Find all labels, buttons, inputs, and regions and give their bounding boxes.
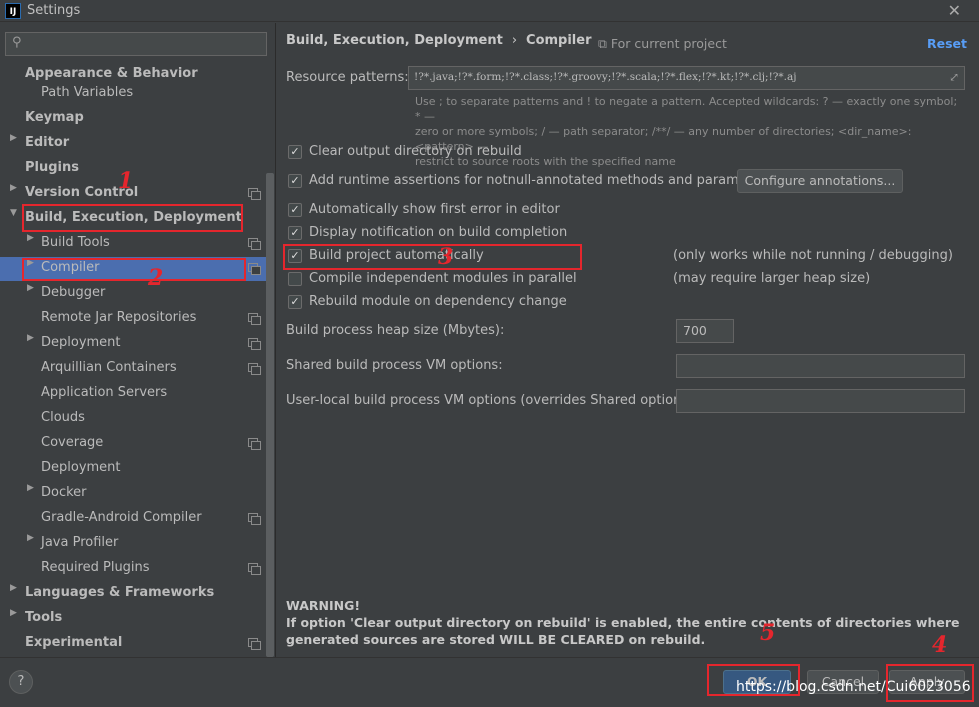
for-current-project: ⧉ For current project: [598, 36, 727, 52]
sidebar-item-plugins[interactable]: Plugins: [25, 156, 79, 180]
sidebar-item-required-plugins[interactable]: Required Plugins: [41, 556, 150, 580]
project-scope-icon: [248, 563, 261, 575]
settings-sidebar: ⚲ Appearance & Behavior Path Variables K…: [0, 23, 275, 657]
expand-arrow-icon[interactable]: ▶: [10, 183, 17, 193]
collapse-arrow-icon[interactable]: ▼: [10, 208, 17, 218]
sidebar-item-experimental[interactable]: Experimental: [25, 631, 122, 655]
checkbox-unchecked-icon[interactable]: [288, 272, 302, 286]
build-auto-note: (only works while not running / debuggin…: [673, 248, 953, 263]
expand-arrow-icon[interactable]: ▶: [10, 583, 17, 593]
annotation-box-4: [886, 664, 974, 702]
sidebar-item-docker[interactable]: Docker: [41, 481, 87, 505]
breadcrumb: Build, Execution, Deployment › Compiler: [286, 33, 592, 48]
option-label: Compile independent modules in parallel: [309, 271, 577, 286]
reset-link[interactable]: Reset: [927, 36, 967, 51]
option-label: Display notification on build completion: [309, 225, 568, 240]
rebuild-warning: WARNING! If option 'Clear output directo…: [286, 597, 966, 648]
parallel-note: (may require larger heap size): [673, 271, 871, 286]
sidebar-item-editor[interactable]: Editor: [25, 131, 69, 155]
shared-vm-label: Shared build process VM options:: [286, 358, 503, 373]
annotation-box-1: [22, 204, 243, 232]
sidebar-item-deployment[interactable]: Deployment: [41, 331, 121, 355]
expand-arrow-icon[interactable]: ▶: [27, 333, 34, 343]
project-scope-icon: [248, 188, 261, 200]
intellij-icon: IJ: [5, 3, 21, 19]
hint-line: Use ; to separate patterns and ! to nega…: [415, 95, 958, 123]
sidebar-item-languages-frameworks[interactable]: Languages & Frameworks: [25, 581, 214, 605]
window-title: Settings: [27, 3, 81, 18]
option-label: Rebuild module on dependency change: [309, 294, 567, 309]
user-vm-input[interactable]: [676, 389, 965, 413]
sidebar-item-path-variables[interactable]: Path Variables: [41, 81, 133, 105]
checkbox-checked-icon[interactable]: ✓: [288, 145, 302, 159]
project-scope-icon: [248, 313, 261, 325]
sidebar-item-coverage[interactable]: Coverage: [41, 431, 103, 455]
search-icon: ⚲: [12, 35, 22, 50]
project-scope-icon: [248, 338, 261, 350]
user-vm-label: User-local build process VM options (ove…: [286, 393, 698, 408]
expand-arrow-icon[interactable]: ▶: [10, 133, 17, 143]
project-scope-icon: [248, 438, 261, 450]
sidebar-item-java-profiler[interactable]: Java Profiler: [41, 531, 118, 555]
annotation-number-5: 5: [760, 620, 776, 646]
checkbox-checked-icon[interactable]: ✓: [288, 295, 302, 309]
resource-patterns-input[interactable]: !?*.java;!?*.form;!?*.class;!?*.groovy;!…: [408, 66, 965, 90]
option-label: Add runtime assertions for notnull-annot…: [309, 173, 773, 188]
checkbox-checked-icon[interactable]: ✓: [288, 226, 302, 240]
warning-text: If option 'Clear output directory on reb…: [286, 615, 960, 647]
sidebar-item-keymap[interactable]: Keymap: [25, 106, 84, 130]
expand-arrow-icon[interactable]: ▶: [27, 233, 34, 243]
settings-search-input[interactable]: ⚲: [5, 32, 267, 56]
expand-arrow-icon[interactable]: ▶: [27, 483, 34, 493]
expand-arrow-icon[interactable]: ▶: [27, 283, 34, 293]
title-bar: IJ Settings ✕: [0, 0, 979, 22]
annotation-box-2: [22, 258, 246, 281]
breadcrumb-parent: Build, Execution, Deployment: [286, 33, 503, 48]
annotation-number-2: 2: [148, 265, 164, 291]
annotation-number-1: 1: [118, 168, 134, 194]
breadcrumb-current: Compiler: [526, 33, 592, 48]
annotation-box-5: [707, 664, 800, 696]
sidebar-item-debugger[interactable]: Debugger: [41, 281, 105, 305]
annotation-number-4: 4: [932, 632, 948, 658]
annotation-number-3: 3: [438, 244, 454, 270]
option-label: Clear output directory on rebuild: [309, 144, 522, 159]
expand-arrow-icon[interactable]: ▶: [10, 608, 17, 618]
checkbox-checked-icon[interactable]: ✓: [288, 174, 302, 188]
resource-patterns-label: Resource patterns:: [286, 70, 409, 85]
checkbox-checked-icon[interactable]: ✓: [288, 203, 302, 217]
heap-size-label: Build process heap size (Mbytes):: [286, 323, 505, 338]
dialog-button-bar: ? OK Cancel Apply https://blog.csdn.net/…: [0, 657, 979, 707]
project-scope-icon: ⧉: [598, 36, 611, 51]
sidebar-scrollbar[interactable]: [266, 173, 274, 657]
for-current-project-label: For current project: [610, 36, 727, 51]
heap-size-input[interactable]: 700: [676, 319, 734, 343]
sidebar-item-tools[interactable]: Tools: [25, 606, 62, 630]
shared-vm-input[interactable]: [676, 354, 965, 378]
option-label: Automatically show first error in editor: [309, 202, 560, 217]
help-button[interactable]: ?: [9, 670, 33, 694]
expand-field-icon[interactable]: ⤢: [949, 70, 959, 84]
expand-arrow-icon[interactable]: ▶: [27, 533, 34, 543]
project-scope-icon: [248, 363, 261, 375]
compiler-settings-panel: Build, Execution, Deployment › Compiler ⧉ …: [276, 23, 979, 657]
sidebar-item-clouds[interactable]: Clouds: [41, 406, 85, 430]
project-scope-icon: [248, 638, 261, 650]
sidebar-item-remote-jar-repositories[interactable]: Remote Jar Repositories: [41, 306, 196, 330]
project-scope-icon: [248, 238, 261, 250]
breadcrumb-separator: ›: [511, 33, 518, 48]
annotation-box-3: [283, 244, 582, 270]
sidebar-item-gradle-android-compiler[interactable]: Gradle-Android Compiler: [41, 506, 202, 530]
sidebar-item-deployment-2[interactable]: Deployment: [41, 456, 121, 480]
sidebar-item-arquillian-containers[interactable]: Arquillian Containers: [41, 356, 177, 380]
project-scope-icon: [248, 513, 261, 525]
resource-patterns-value: !?*.java;!?*.form;!?*.class;!?*.groovy;!…: [414, 71, 797, 83]
close-icon[interactable]: ✕: [948, 1, 961, 20]
sidebar-item-build-tools[interactable]: Build Tools: [41, 231, 110, 255]
sidebar-item-application-servers[interactable]: Application Servers: [41, 381, 167, 405]
project-scope-icon: [248, 263, 261, 275]
warning-title: WARNING!: [286, 598, 361, 613]
configure-annotations-button[interactable]: Configure annotations...: [737, 169, 903, 193]
